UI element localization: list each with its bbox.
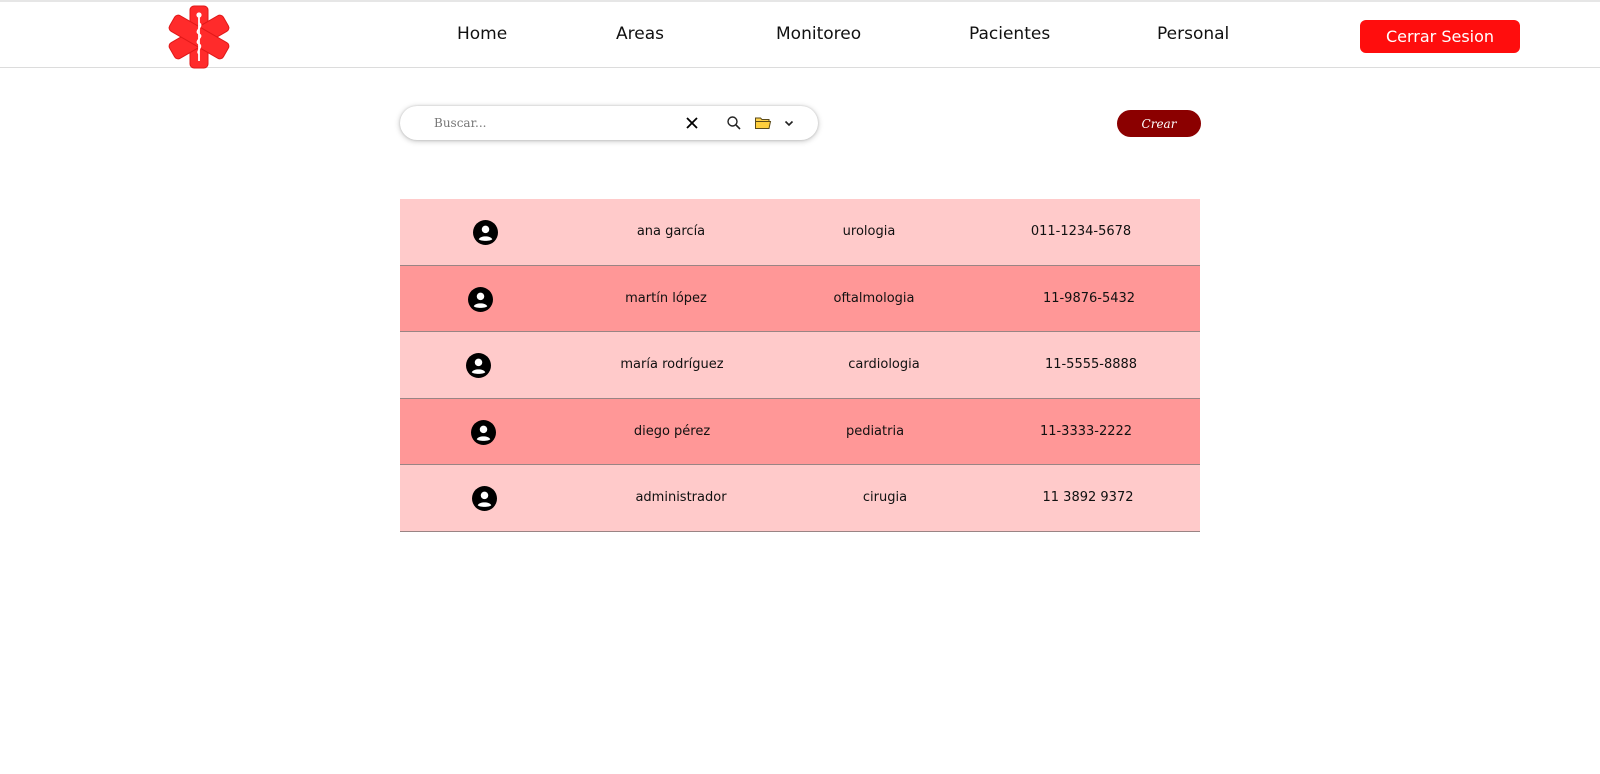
nav-home[interactable]: Home: [457, 24, 507, 44]
staff-phone: 11 3892 9372: [1042, 490, 1134, 506]
user-circle-icon: [468, 286, 493, 312]
nav-monitoreo[interactable]: Monitoreo: [776, 24, 861, 44]
table-row[interactable]: diego pérez pediatria 11-3333-2222: [400, 398, 1200, 466]
staff-name: ana garcía: [636, 224, 706, 239]
nav-areas[interactable]: Areas: [616, 24, 664, 44]
staff-table: ana garcía urologia 011-1234-5678 martín…: [400, 199, 1200, 532]
table-row[interactable]: administrador cirugia 11 3892 9372: [400, 465, 1200, 532]
user-circle-icon: [473, 220, 498, 245]
user-circle-icon: [471, 419, 496, 445]
staff-name: administrador: [635, 490, 727, 506]
user-circle-icon: [472, 486, 497, 512]
staff-area: cardiologia: [848, 357, 920, 373]
staff-phone: 11-5555-8888: [1044, 357, 1138, 373]
search-bar: [400, 106, 818, 140]
staff-name: martín lópez: [625, 290, 707, 306]
staff-phone: 011-1234-5678: [1030, 224, 1132, 239]
star-of-life-icon[interactable]: [166, 4, 232, 70]
top-navbar: Home Areas Monitoreo Pacientes Personal …: [0, 0, 1600, 70]
table-row[interactable]: martín lópez oftalmologia 11-9876-5432: [400, 265, 1200, 333]
staff-phone: 11-3333-2222: [1039, 423, 1133, 439]
staff-area: oftalmologia: [833, 290, 915, 306]
table-row[interactable]: maría rodríguez cardiologia 11-5555-8888: [400, 332, 1200, 399]
user-circle-icon: [466, 353, 491, 379]
staff-area: urologia: [842, 224, 896, 239]
search-icon[interactable]: [725, 114, 743, 132]
nav-personal[interactable]: Personal: [1157, 24, 1229, 44]
staff-area: pediatria: [845, 423, 905, 439]
staff-area: cirugia: [862, 490, 908, 506]
table-row[interactable]: ana garcía urologia 011-1234-5678: [400, 199, 1200, 266]
staff-phone: 11-9876-5432: [1042, 290, 1136, 306]
close-icon[interactable]: [683, 114, 701, 132]
staff-name: diego pérez: [633, 423, 711, 439]
chevron-down-icon[interactable]: [780, 114, 798, 132]
nav-pacientes[interactable]: Pacientes: [969, 24, 1050, 44]
search-input[interactable]: [434, 112, 664, 134]
staff-name: maría rodríguez: [620, 357, 724, 373]
logout-button[interactable]: Cerrar Sesion: [1360, 20, 1520, 53]
create-button[interactable]: Crear: [1117, 110, 1201, 137]
folder-icon[interactable]: [754, 114, 772, 132]
